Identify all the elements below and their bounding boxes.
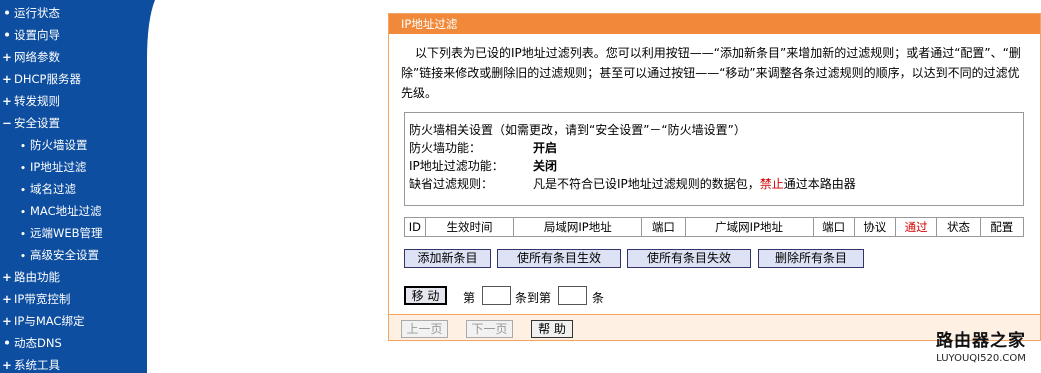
col-lan-port: 端口 — [641, 217, 686, 237]
sidebar-bullet-icon: • — [20, 164, 26, 174]
firewall-settings-box: 防火墙相关设置（如需更改，请到“安全设置”－“防火墙设置”） 防火墙功能： 开启… — [404, 112, 1024, 206]
sidebar-bullet-icon: • — [3, 336, 11, 350]
default-rule-suffix: 通过本路由器 — [783, 177, 856, 191]
sidebar-item-label: 运行状态 — [14, 6, 60, 20]
sidebar-item-11[interactable]: • 高级安全设置 — [0, 244, 99, 266]
sidebar-bullet-icon: + — [2, 314, 12, 328]
sidebar-item-4[interactable]: + 转发规则 — [0, 90, 60, 112]
move-button[interactable]: 移 动 — [404, 286, 447, 305]
sidebar-item-label: IP与MAC绑定 — [14, 314, 85, 328]
sidebar-item-label: 转发规则 — [14, 94, 60, 108]
sidebar-item-9[interactable]: • MAC地址过滤 — [0, 200, 102, 222]
default-rule-value: 凡是不符合已设IP地址过滤规则的数据包，禁止通过本路由器 — [533, 175, 856, 193]
delete-all-button[interactable]: 删除所有条目 — [758, 249, 864, 268]
sidebar-bullet-icon: • — [20, 252, 26, 262]
col-wan-port: 端口 — [812, 217, 855, 237]
filter-rule-table: ID 生效时间 局域网IP地址 端口 广域网IP地址 端口 协议 通过 状态 配… — [404, 217, 1025, 237]
sidebar-item-label: 系统工具 — [14, 358, 60, 372]
default-rule-prefix: 凡是不符合已设IP地址过滤规则的数据包， — [533, 177, 760, 191]
move-from-input[interactable] — [482, 286, 511, 305]
sidebar-bullet-icon: • — [3, 28, 11, 42]
sidebar-item-7[interactable]: • IP地址过滤 — [0, 156, 86, 178]
sidebar-item-14[interactable]: + IP与MAC绑定 — [0, 310, 84, 332]
default-rule-label: 缺省过滤规则： — [409, 177, 494, 191]
col-wan-ip: 广域网IP地址 — [684, 217, 814, 237]
move-from-label: 第 — [463, 291, 476, 305]
sidebar-item-2[interactable]: + 网络参数 — [0, 46, 60, 68]
watermark-logo: 路由器之家 LUYOUQI520.COM — [925, 330, 1037, 370]
firewall-status-row: 防火墙功能： 开启 — [409, 139, 709, 157]
sidebar-item-label: MAC地址过滤 — [30, 204, 102, 218]
sidebar-item-3[interactable]: + DHCP服务器 — [0, 68, 81, 90]
sidebar-item-10[interactable]: • 远端WEB管理 — [0, 222, 103, 244]
ipfilter-status-label: IP地址过滤功能： — [409, 159, 504, 173]
sidebar-item-label: 路由功能 — [14, 270, 60, 284]
sidebar-item-label: 设置向导 — [14, 28, 60, 42]
intro-text: 以下列表为已设的IP地址过滤列表。您可以利用按钮——“添加新条目”来增加新的过滤… — [401, 46, 1021, 100]
firewall-status-value: 开启 — [533, 141, 558, 155]
sidebar-bullet-icon: + — [2, 72, 12, 86]
sidebar-item-15[interactable]: • 动态DNS — [0, 332, 62, 354]
sidebar-item-label: IP带宽控制 — [14, 292, 71, 306]
sidebar-bullet-icon: • — [20, 142, 26, 152]
sidebar-item-13[interactable]: + IP带宽控制 — [0, 288, 70, 310]
table-header-row: ID 生效时间 局域网IP地址 端口 广域网IP地址 端口 协议 通过 状态 配… — [404, 217, 1025, 237]
sidebar-bullet-icon: • — [20, 208, 26, 218]
col-config: 配置 — [979, 217, 1025, 237]
ipfilter-status-value: 关闭 — [533, 159, 558, 173]
sidebar-item-6[interactable]: • 防火墙设置 — [0, 134, 88, 156]
sidebar-item-label: 域名过滤 — [30, 182, 76, 196]
watermark-url: LUYOUQI520.COM — [936, 353, 1026, 364]
prev-page-button[interactable]: 上一页 — [401, 320, 448, 338]
col-time: 生效时间 — [424, 217, 515, 237]
sidebar-bullet-icon: + — [2, 358, 12, 372]
sidebar-item-label: DHCP服务器 — [14, 72, 81, 86]
sidebar-bullet-icon: • — [3, 6, 11, 20]
sidebar-item-label: 远端WEB管理 — [30, 226, 103, 240]
sidebar-item-12[interactable]: + 路由功能 — [0, 266, 60, 288]
move-to-label: 条到第 — [515, 291, 552, 305]
panel-title: IP地址过滤 — [389, 14, 1040, 34]
sidebar-bullet-icon: + — [2, 50, 12, 64]
sidebar-item-label: 网络参数 — [14, 50, 60, 64]
firewall-status-label: 防火墙功能： — [409, 141, 482, 155]
sidebar-bullet-icon: • — [20, 186, 26, 196]
sidebar-bullet-icon: + — [2, 292, 12, 306]
next-page-button[interactable]: 下一页 — [466, 320, 513, 338]
move-row: 移 动 第 条到第 条 — [404, 286, 704, 308]
sidebar-bullet-icon: + — [2, 270, 12, 284]
sidebar-item-1[interactable]: • 设置向导 — [0, 24, 60, 46]
sidebar-item-0[interactable]: • 运行状态 — [0, 2, 60, 24]
sidebar-curve-decoration — [147, 0, 155, 373]
add-entry-button[interactable]: 添加新条目 — [404, 249, 491, 268]
col-id: ID — [404, 217, 426, 237]
sidebar-item-5[interactable]: − 安全设置 — [0, 112, 60, 134]
sidebar-item-label: 动态DNS — [14, 336, 62, 350]
watermark-title: 路由器之家 — [936, 331, 1026, 351]
sidebar-item-label: 高级安全设置 — [30, 248, 99, 262]
move-to-input[interactable] — [558, 286, 587, 305]
firewall-heading: 防火墙相关设置（如需更改，请到“安全设置”－“防火墙设置”） — [409, 123, 746, 137]
default-rule-deny: 禁止 — [759, 177, 784, 191]
sidebar-bullet-icon: • — [20, 230, 26, 240]
move-end-label: 条 — [592, 291, 605, 305]
enable-all-button[interactable]: 使所有条目生效 — [497, 249, 621, 268]
sidebar-item-label: 安全设置 — [14, 116, 60, 130]
col-protocol: 协议 — [853, 217, 897, 237]
sidebar-item-label: IP地址过滤 — [30, 160, 87, 174]
sidebar-item-label: 防火墙设置 — [30, 138, 88, 152]
sidebar-item-8[interactable]: • 域名过滤 — [0, 178, 76, 200]
sidebar-item-16[interactable]: + 系统工具 — [0, 354, 60, 373]
col-lan-ip: 局域网IP地址 — [513, 217, 643, 237]
sidebar-bullet-icon: + — [2, 94, 12, 108]
default-rule-row: 缺省过滤规则： 凡是不符合已设IP地址过滤规则的数据包，禁止通过本路由器 — [409, 175, 1009, 193]
sidebar-bullet-icon: − — [2, 116, 12, 130]
col-status: 状态 — [936, 217, 981, 237]
ip-filter-panel: IP地址过滤 以下列表为已设的IP地址过滤列表。您可以利用按钮——“添加新条目”… — [388, 13, 1041, 341]
disable-all-button[interactable]: 使所有条目失效 — [627, 249, 751, 268]
ipfilter-status-row: IP地址过滤功能： 关闭 — [409, 157, 709, 175]
sidebar-nav: • 运行状态 • 设置向导 + 网络参数 + DHCP服务器 + 转发规则 − 安全设置 • 防火墙设置 •… — [0, 0, 147, 373]
col-pass: 通过 — [895, 217, 938, 237]
help-button[interactable]: 帮 助 — [531, 320, 573, 338]
